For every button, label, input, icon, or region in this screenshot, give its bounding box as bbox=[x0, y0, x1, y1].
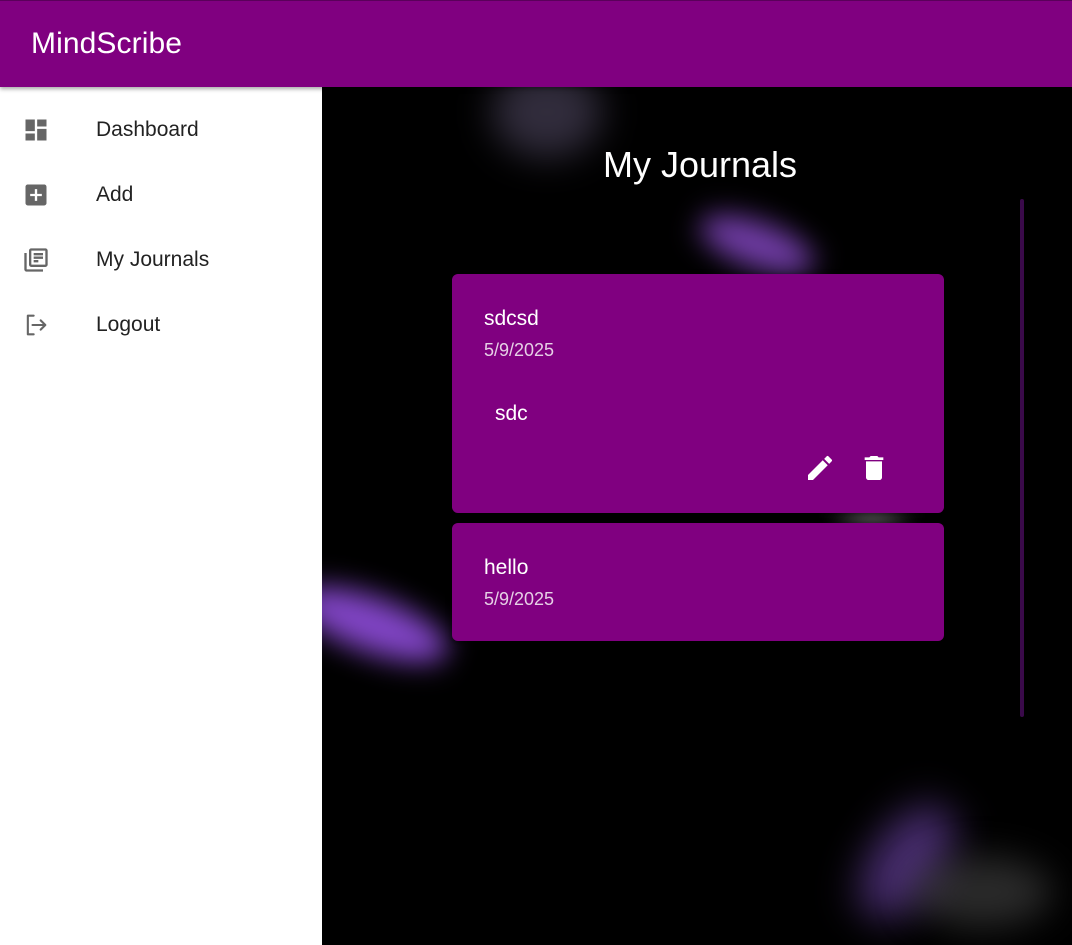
library-books-icon bbox=[24, 248, 48, 272]
add-box-icon bbox=[25, 184, 47, 206]
dashboard-icon bbox=[25, 119, 47, 141]
sidebar: Dashboard Add My Journals Logout bbox=[0, 87, 322, 945]
page-title: My Journals bbox=[602, 144, 798, 185]
background-glow bbox=[912, 857, 1052, 927]
sidebar-item-label: My Journals bbox=[96, 248, 210, 271]
sidebar-item-label: Add bbox=[96, 183, 134, 206]
sidebar-item-logout[interactable]: Logout bbox=[0, 297, 322, 353]
background-glow bbox=[322, 571, 457, 678]
sidebar-item-my-journals[interactable]: My Journals bbox=[0, 232, 322, 288]
journal-date: 5/9/2025 bbox=[484, 340, 555, 360]
sidebar-item-add[interactable]: Add bbox=[0, 167, 322, 223]
sidebar-item-label: Dashboard bbox=[96, 118, 199, 141]
journal-body: sdc bbox=[495, 402, 528, 425]
scrollbar[interactable] bbox=[1020, 199, 1024, 717]
journal-card[interactable]: hello 5/9/2025 bbox=[452, 523, 944, 641]
journal-title: hello bbox=[484, 556, 529, 579]
journal-card[interactable]: sdcsd 5/9/2025 sdc bbox=[452, 274, 944, 513]
main-content: My Journals sdcsd 5/9/2025 sdc hello 5/9… bbox=[322, 87, 1072, 945]
journal-title: sdcsd bbox=[484, 307, 539, 330]
app-title: MindScribe bbox=[31, 27, 183, 60]
sidebar-item-dashboard[interactable]: Dashboard bbox=[0, 102, 322, 158]
delete-icon[interactable] bbox=[858, 452, 890, 484]
logout-icon bbox=[26, 314, 47, 336]
edit-icon[interactable] bbox=[804, 452, 836, 484]
app-bar: MindScribe bbox=[0, 0, 1072, 87]
sidebar-item-label: Logout bbox=[96, 313, 161, 336]
journal-date: 5/9/2025 bbox=[484, 589, 555, 609]
